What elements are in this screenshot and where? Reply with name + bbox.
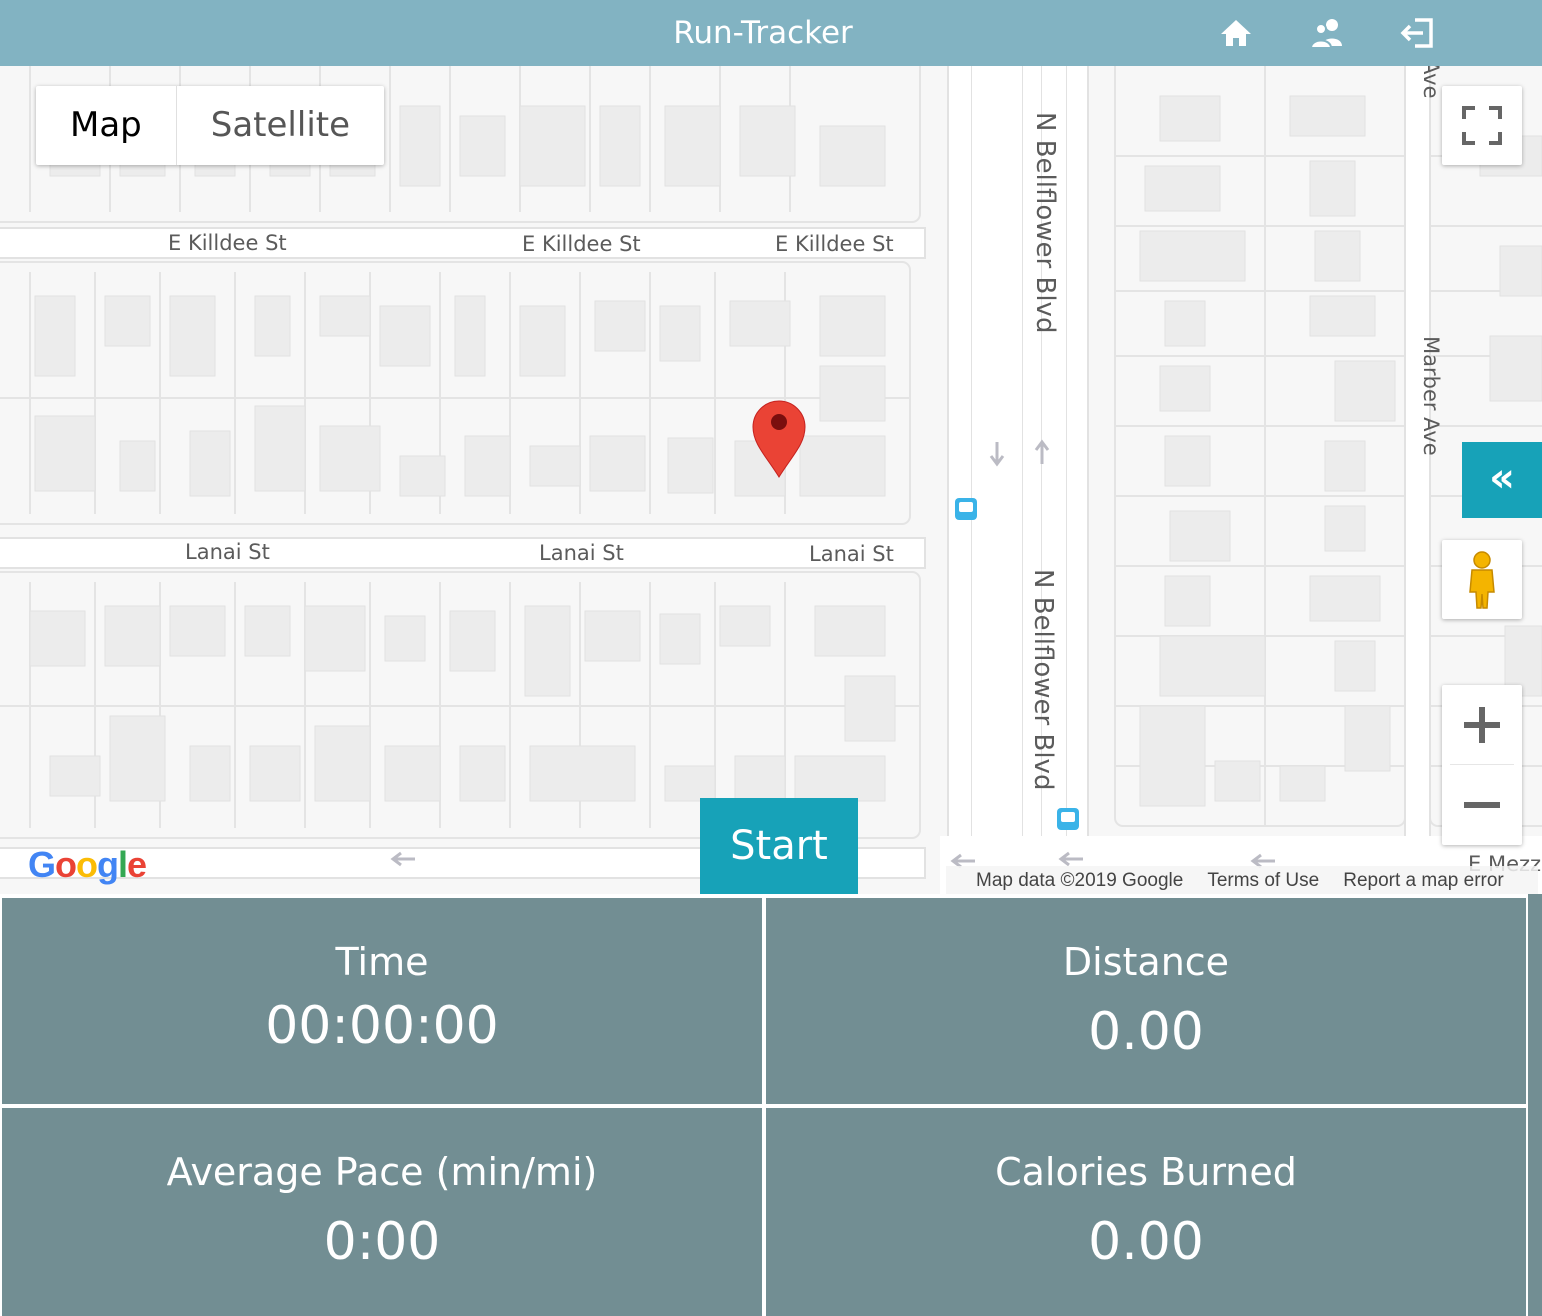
stat-calories: Calories Burned 0.00 [766, 1108, 1526, 1316]
stat-average-pace-value: 0:00 [323, 1212, 441, 1272]
stat-average-pace: Average Pace (min/mi) 0:00 [2, 1108, 762, 1316]
plus-icon [1464, 707, 1500, 743]
google-logo[interactable]: Google [28, 844, 147, 886]
zoom-in-button[interactable] [1450, 685, 1514, 765]
street-label-lanai: Lanai St [539, 541, 624, 565]
map-type-control: Map Satellite [36, 86, 385, 165]
stat-distance: Distance 0.00 [766, 898, 1526, 1104]
street-label-lanai: Lanai St [809, 542, 894, 566]
stat-time: Time 00:00:00 [2, 898, 762, 1104]
street-label-killdee: E Killdee St [522, 232, 641, 256]
street-label-bellflower: N Bellflower Blvd [1030, 112, 1060, 334]
street-label-marber-partial: Ave [1419, 66, 1443, 99]
map-type-map-button[interactable]: Map [36, 86, 177, 165]
street-label-killdee: E Killdee St [168, 231, 287, 255]
map-view[interactable]: E Killdee St E Killdee St E Killdee St L… [0, 66, 1542, 894]
stat-distance-label: Distance [1062, 940, 1230, 984]
pegman-icon [1469, 551, 1495, 609]
street-label-killdee: E Killdee St [775, 232, 894, 256]
start-button[interactable]: Start [700, 798, 858, 894]
street-view-pegman-button[interactable] [1442, 540, 1522, 619]
app-header: Run-Tracker [0, 0, 1542, 66]
stats-panel-edge [1528, 894, 1542, 1316]
users-icon[interactable] [1308, 14, 1346, 52]
map-data-attribution: Map data ©2019 Google [976, 870, 1184, 891]
map-attribution-bar: Map data ©2019 Google Terms of Use Repor… [946, 866, 1538, 894]
app-title: Run-Tracker [673, 15, 853, 51]
stat-time-value: 00:00:00 [265, 996, 499, 1056]
map-tiles [0, 66, 1542, 894]
logout-icon[interactable] [1399, 14, 1437, 52]
stat-calories-label: Calories Burned [995, 1150, 1297, 1194]
fullscreen-icon [1462, 106, 1502, 145]
stat-time-label: Time [335, 940, 429, 984]
fullscreen-button[interactable] [1442, 86, 1522, 165]
zoom-control [1442, 685, 1522, 845]
street-label-bellflower: N Bellflower Blvd [1028, 569, 1058, 791]
minus-icon [1464, 802, 1500, 808]
street-label-marber: Marber Ave [1419, 336, 1443, 456]
street-label-lanai: Lanai St [185, 540, 270, 564]
zoom-out-button[interactable] [1442, 765, 1522, 845]
home-icon[interactable] [1217, 14, 1255, 52]
collapse-panel-button[interactable]: « [1462, 442, 1542, 518]
run-stats-panel: Time 00:00:00 Distance 0.00 Average Pace… [0, 894, 1542, 1316]
stat-distance-value: 0.00 [1088, 1002, 1204, 1062]
map-type-satellite-button[interactable]: Satellite [177, 86, 384, 165]
stat-average-pace-label: Average Pace (min/mi) [166, 1150, 598, 1194]
terms-of-use-link[interactable]: Terms of Use [1207, 870, 1319, 892]
report-map-error-link[interactable]: Report a map error [1343, 870, 1504, 892]
stat-calories-value: 0.00 [1088, 1212, 1204, 1272]
